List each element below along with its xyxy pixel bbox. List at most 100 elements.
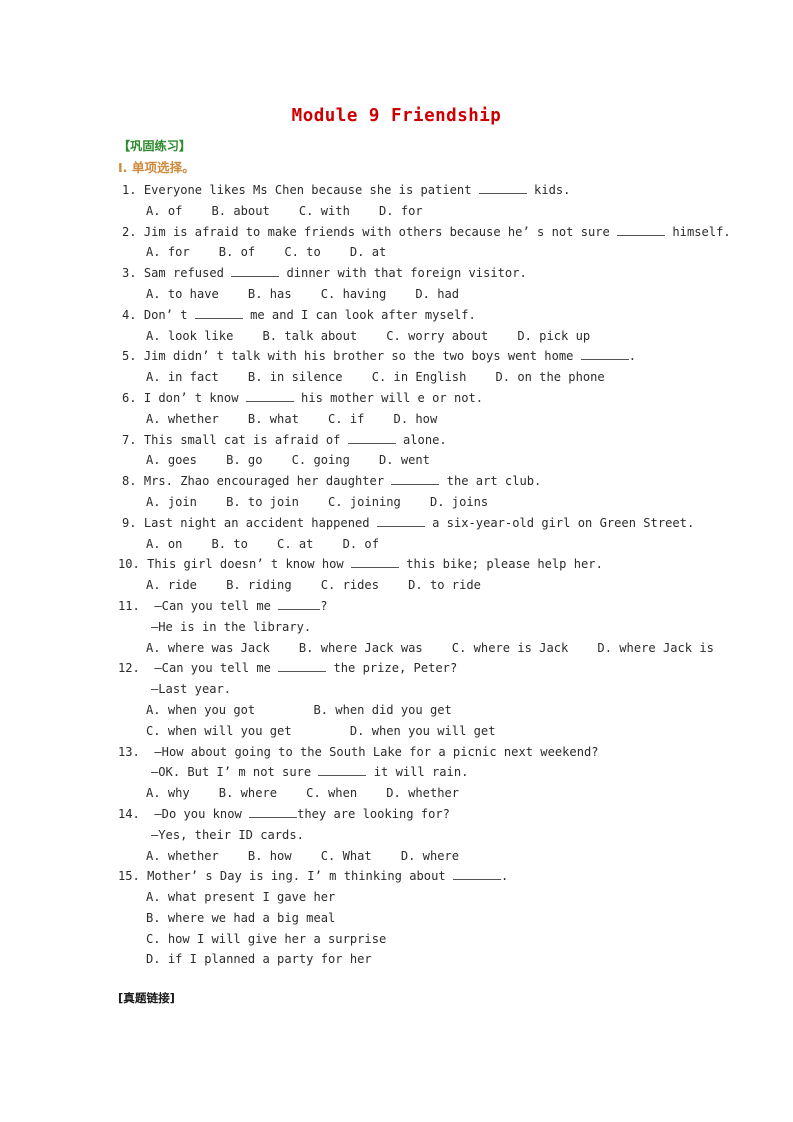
question-stem: 11. —Can you tell me ?: [118, 596, 718, 617]
question-number: 14.: [118, 806, 140, 821]
question-number: 7.: [122, 432, 137, 447]
question-number: 4.: [122, 307, 137, 322]
question-2: 2. Jim is afraid to make friends with ot…: [118, 222, 731, 264]
footer-heading: [真题链接]: [118, 991, 175, 1005]
answer-blank[interactable]: [249, 807, 298, 818]
question-reply: —Last year.: [151, 682, 232, 697]
question-9: 9. Last night an accident happened a six…: [118, 513, 718, 555]
question-stem: 3. Sam refused dinner with that foreign …: [118, 263, 718, 284]
question-stem: 5. Jim didn’ t talk with his brother so …: [118, 346, 718, 367]
question-options[interactable]: A. to have B. has C. having D. had: [118, 284, 718, 305]
question-7: 7. This small cat is afraid of alone. A.…: [118, 430, 718, 472]
question-13: 13. —How about going to the South Lake f…: [118, 742, 718, 804]
answer-blank[interactable]: [478, 183, 527, 194]
answer-blank[interactable]: [318, 765, 367, 777]
page-title: Module 9 Friendship: [291, 106, 502, 126]
reply-text-before: —OK. But I’ m not sure: [151, 765, 319, 780]
question-8: 8. Mrs. Zhao encouraged her daughter the…: [118, 471, 718, 513]
question-number: 11.: [118, 598, 140, 613]
stem-text-after: kids.: [526, 183, 571, 197]
answer-blank[interactable]: [351, 557, 399, 569]
question-options[interactable]: B. where we had a big meal: [118, 908, 718, 929]
stem-text-before: Jim is afraid to make friends with other…: [143, 224, 618, 239]
question-options[interactable]: A. whether B. what C. if D. how: [118, 409, 718, 430]
stem-text-after: the art club.: [439, 474, 542, 489]
part-heading: I. 单项选择。: [118, 160, 195, 175]
stem-text-before: Mother’ s Day is ing. I’ m thinking abou…: [147, 869, 453, 884]
question-number: 5.: [122, 349, 137, 364]
question-11: 11. —Can you tell me ? —He is in the lib…: [118, 596, 718, 658]
question-stem: 7. This small cat is afraid of alone.: [118, 430, 718, 451]
question-5: 5. Jim didn’ t talk with his brother so …: [118, 346, 718, 388]
answer-blank[interactable]: [278, 599, 321, 610]
question-number: 6.: [122, 390, 137, 405]
answer-blank[interactable]: [376, 516, 425, 527]
exercise-body: 【巩固练习】 I. 单项选择。 1. Everyone likes Ms Che…: [118, 136, 731, 970]
stem-text-after: ?: [320, 598, 328, 613]
answer-blank[interactable]: [347, 433, 396, 444]
question-options[interactable]: D. if I planned a party for her: [118, 949, 718, 970]
stem-text-after: .: [628, 349, 636, 364]
stem-text-after: .: [500, 869, 509, 884]
question-number: 3.: [122, 266, 137, 281]
question-options[interactable]: A. on B. to C. at D. of: [118, 534, 718, 555]
question-number: 10.: [118, 557, 140, 572]
reply-text-after: it will rain.: [366, 765, 469, 780]
question-options[interactable]: A. of B. about C. with D. for: [118, 201, 718, 222]
question-stem: 14. —Do you know they are looking for?: [118, 804, 718, 825]
answer-blank[interactable]: [452, 869, 501, 881]
question-options[interactable]: A. look like B. talk about C. worry abou…: [118, 326, 718, 347]
question-options[interactable]: A. where was Jack B. where Jack was C. w…: [118, 638, 718, 659]
question-12: 12. —Can you tell me the prize, Peter? —…: [118, 658, 718, 741]
stem-text-before: Jim didn’ t talk with his brother so the…: [143, 349, 581, 364]
question-options[interactable]: A. whether B. how C. What D. where: [118, 846, 718, 867]
stem-text-after: his mother will e or not.: [293, 390, 484, 405]
answer-blank[interactable]: [245, 391, 294, 402]
question-reply: —He is in the library.: [151, 619, 312, 634]
question-reply: —Yes, their ID cards.: [151, 827, 304, 842]
stem-text-after: this bike; please help her.: [399, 557, 603, 572]
question-stem: 10. This girl doesn’ t know how this bik…: [118, 554, 718, 575]
stem-text-before: Everyone likes Ms Chen because she is pa…: [143, 183, 479, 197]
question-options[interactable]: A. ride B. riding C. rides D. to ride: [118, 575, 718, 596]
question-stem: 1. Everyone likes Ms Chen because she is…: [118, 180, 718, 201]
stem-text-after: they are looking for?: [297, 806, 450, 821]
question-options[interactable]: A. why B. where C. when D. whether: [118, 783, 718, 804]
question-6: 6. I don’ t know his mother will e or no…: [118, 388, 718, 430]
question-options[interactable]: A. what present I gave her: [118, 887, 718, 908]
question-number: 8.: [122, 474, 137, 489]
question-options[interactable]: A. for B. of C. to D. at: [118, 242, 718, 263]
question-14: 14. —Do you know they are looking for? —…: [118, 804, 718, 866]
question-stem: 4. Don’ t me and I can look after myself…: [118, 305, 718, 326]
stem-text-after: a six-year-old girl on Green Street.: [424, 515, 695, 530]
stem-text-before: Sam refused: [143, 266, 232, 281]
answer-blank[interactable]: [580, 349, 629, 361]
question-stem: 6. I don’ t know his mother will e or no…: [118, 388, 718, 409]
answer-blank[interactable]: [617, 225, 666, 236]
stem-text-after: dinner with that foreign visitor.: [279, 266, 527, 281]
answer-blank[interactable]: [278, 661, 327, 673]
answer-blank[interactable]: [231, 266, 280, 278]
stem-text-before: Don’ t: [143, 307, 195, 322]
document-page: Module 9 Friendship 【巩固练习】 I. 单项选择。 1. E…: [0, 0, 793, 1122]
question-options[interactable]: C. when will you get D. when you will ge…: [118, 721, 718, 742]
stem-text-before: —Do you know: [154, 806, 250, 821]
question-number: 15.: [118, 869, 140, 884]
question-options[interactable]: A. goes B. go C. going D. went: [118, 450, 718, 471]
question-options[interactable]: A. in fact B. in silence C. in English D…: [118, 367, 718, 388]
question-10: 10. This girl doesn’ t know how this bik…: [118, 554, 718, 596]
stem-text-before: This small cat is afraid of: [143, 432, 348, 447]
question-stem: 2. Jim is afraid to make friends with ot…: [118, 222, 731, 243]
question-number: 2.: [122, 224, 137, 239]
stem-text-before: Last night an accident happened: [143, 515, 377, 530]
question-options[interactable]: A. when you got B. when did you get: [118, 700, 718, 721]
question-options[interactable]: A. join B. to join C. joining D. joins: [118, 492, 718, 513]
question-stem: 9. Last night an accident happened a six…: [118, 513, 718, 534]
stem-text-after: himself.: [665, 224, 731, 239]
answer-blank[interactable]: [194, 308, 243, 319]
section-heading: 【巩固练习】: [118, 139, 192, 153]
question-number: 1.: [122, 183, 137, 197]
answer-blank[interactable]: [391, 474, 440, 486]
question-options[interactable]: C. how I will give her a surprise: [118, 929, 718, 950]
question-stem: 15. Mother’ s Day is ing. I’ m thinking …: [118, 866, 718, 887]
